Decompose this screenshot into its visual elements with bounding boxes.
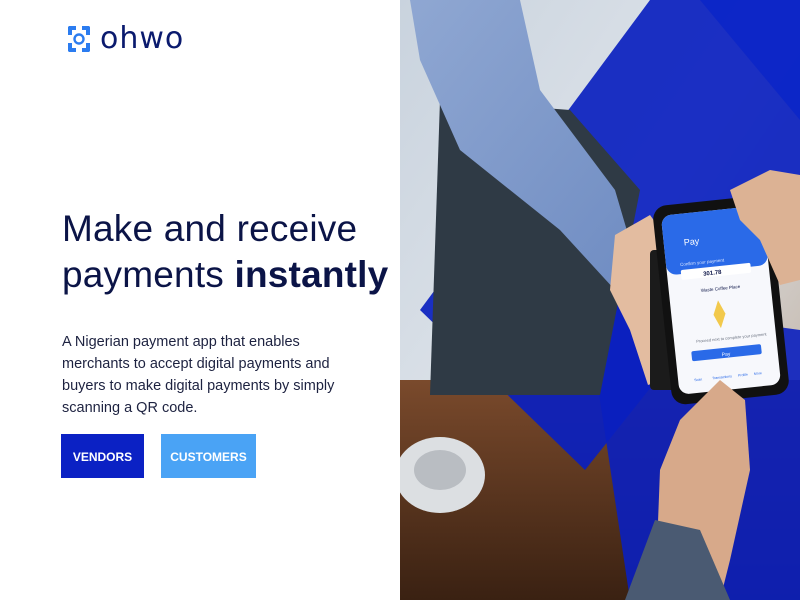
svg-text:More: More [754, 371, 762, 376]
headline-line-1: Make and receive [62, 208, 358, 249]
headline-line-2: payments instantly [62, 252, 402, 298]
brand-name: ohwo [100, 21, 185, 56]
svg-text:Pay: Pay [683, 236, 700, 248]
brand-logo[interactable]: ohwo [66, 24, 184, 54]
headline-bold: instantly [234, 254, 389, 295]
headline-normal: payments [62, 254, 225, 295]
customers-button[interactable]: CUSTOMERS [161, 434, 256, 478]
ohwo-logo-icon [68, 26, 90, 52]
svg-text:Scan: Scan [694, 377, 702, 382]
vendors-button[interactable]: VENDORS [61, 434, 144, 478]
hero-headline: Make and receive payments instantly [62, 206, 402, 298]
hero-description: A Nigerian payment app that enables merc… [62, 333, 335, 416]
svg-text:Pay: Pay [721, 351, 731, 358]
left-panel: ohwo Make and receive payments instantly… [0, 0, 400, 600]
hero-photo: Pay Confirm your payment 301.78 Waste Co… [400, 0, 800, 600]
